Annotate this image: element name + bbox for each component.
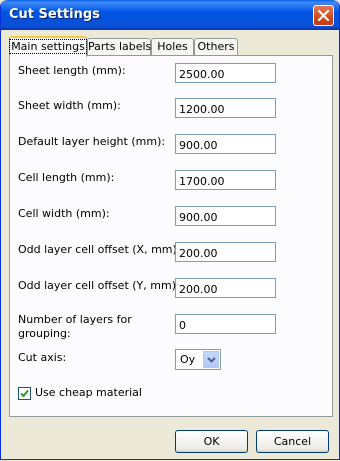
cut-settings-dialog: Cut Settings Main settings Parts labels … [0,0,340,460]
close-icon [318,10,329,21]
cell-width-input[interactable] [175,206,276,226]
title-bar[interactable]: Cut Settings [1,0,339,30]
close-button[interactable] [313,5,334,26]
sheet-width-label: Sheet width (mm): [18,99,121,112]
cell-length-label: Cell length (mm): [18,171,115,184]
layer-height-input[interactable] [175,134,276,154]
cut-axis-value: Oy [180,353,196,366]
ok-button[interactable]: OK [175,430,248,453]
main-settings-panel: Sheet length (mm): Sheet width (mm): Def… [9,55,333,417]
tab-main-settings[interactable]: Main settings [9,36,87,57]
window-title: Cut Settings [9,7,100,22]
cut-axis-select[interactable]: Oy [175,349,221,370]
use-cheap-material-label: Use cheap material [35,386,142,399]
checkmark-icon [20,389,29,398]
offset-y-label: Odd layer cell offset (Y, mm): [18,279,180,292]
cut-axis-label: Cut axis: [18,351,67,364]
offset-x-label: Odd layer cell offset (X, mm): [18,243,181,256]
layers-grouping-input[interactable] [175,314,276,334]
layers-grouping-label-line1: Number of layers for [18,313,132,326]
use-cheap-material-checkbox[interactable] [18,387,31,400]
chevron-down-icon [207,357,216,363]
sheet-length-label: Sheet length (mm): [18,64,126,77]
tab-holes[interactable]: Holes [151,38,194,55]
dropdown-button[interactable] [203,351,219,368]
offset-y-input[interactable] [175,278,276,298]
offset-x-input[interactable] [175,242,276,262]
sheet-length-input[interactable] [175,63,276,83]
cancel-button[interactable]: Cancel [256,430,329,453]
tab-parts-labels[interactable]: Parts labels [87,38,151,55]
sheet-width-input[interactable] [175,98,276,118]
cell-width-label: Cell width (mm): [18,207,110,220]
cell-length-input[interactable] [175,170,276,190]
layer-height-label: Default layer height (mm): [18,135,166,148]
layers-grouping-label-line2: grouping: [18,327,71,340]
tab-others[interactable]: Others [194,38,238,55]
